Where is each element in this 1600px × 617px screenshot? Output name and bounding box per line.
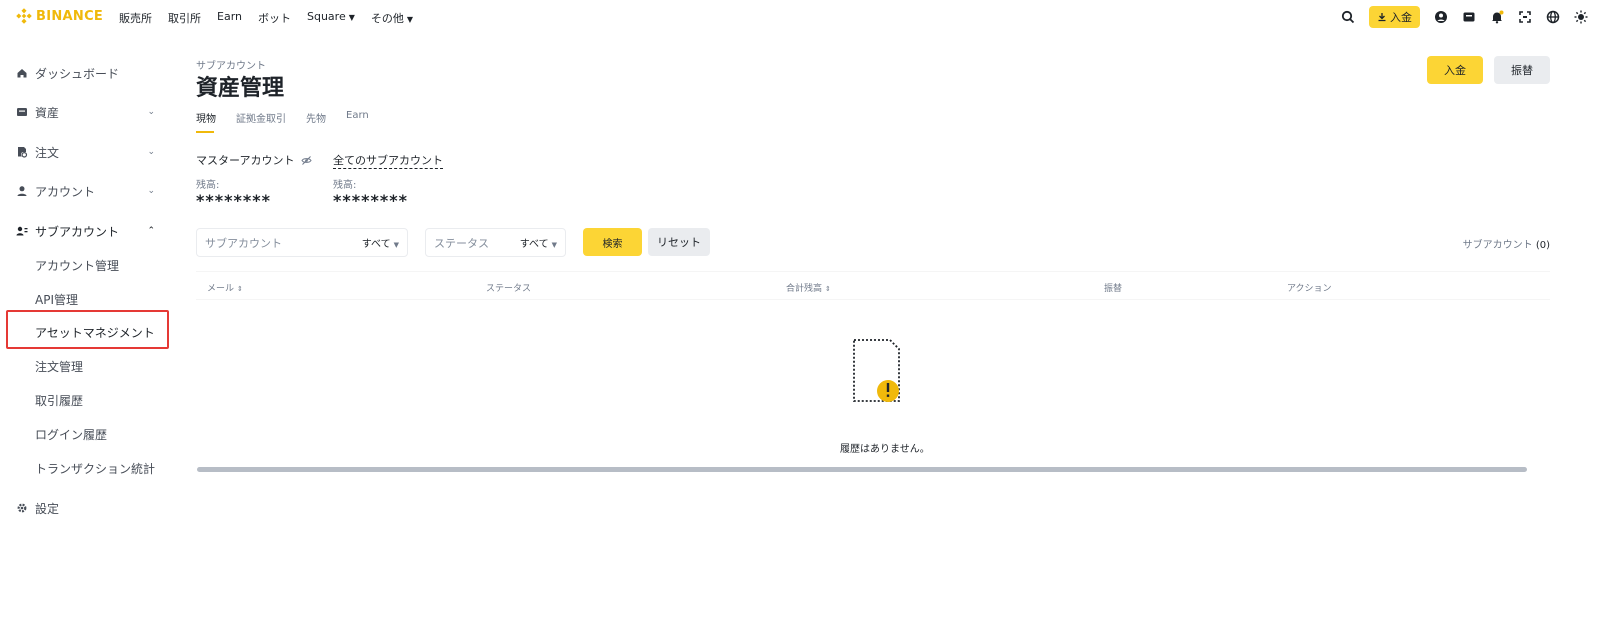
search-button[interactable]: 検索 (583, 228, 642, 256)
gear-icon (16, 502, 28, 514)
chevron-down-icon: ▼ (406, 15, 414, 24)
main-nav: 販売所 取引所 Earn ボット Square ▼ その他 ▼ (119, 10, 413, 26)
sidebar-item-label: 注文 (35, 145, 60, 160)
page-title: 資産管理 (196, 76, 285, 101)
header-deposit-label: 入金 (1390, 11, 1412, 24)
sidebar-item-account[interactable]: アカウント ⌄ (16, 179, 161, 203)
nav-item-exchange[interactable]: 取引所 (168, 10, 201, 26)
status-filter-value-text: すべて (519, 239, 549, 250)
column-header-label: 合計残高 (786, 284, 823, 294)
wallet-icon[interactable] (1462, 10, 1476, 24)
chevron-down-icon: ⌄ (147, 186, 155, 196)
sidebar-item-assets[interactable]: 資産 ⌄ (16, 100, 161, 124)
column-header-status: ステータス (486, 284, 532, 294)
sub-account-count-value: (0) (1535, 240, 1550, 251)
nav-item-square-label: Square (307, 10, 346, 23)
nav-item-more-label: その他 (370, 12, 404, 25)
horizontal-scrollbar[interactable] (197, 467, 1527, 472)
nav-item-bot[interactable]: ボット (258, 10, 291, 26)
all-sub-accounts-label[interactable]: 全てのサブアカウント (333, 152, 443, 169)
sub-account-filter-value[interactable]: すべて ▼ (362, 235, 399, 250)
chevron-down-icon: ▼ (348, 13, 355, 22)
qr-scan-icon[interactable] (1518, 10, 1532, 24)
tab-spot[interactable]: 現物 (196, 110, 216, 133)
sidebar-sub-item-api-management[interactable]: API管理 (35, 289, 78, 309)
nav-item-earn[interactable]: Earn (217, 10, 242, 26)
column-header-email[interactable]: メール ⇕ (207, 281, 243, 294)
column-header-label: メール (207, 284, 235, 294)
search-icon[interactable] (1341, 10, 1355, 24)
master-account-label-text: マスターアカウント (196, 154, 295, 167)
sort-icon: ⇕ (237, 285, 243, 293)
sidebar-sub-item-login-history[interactable]: ログイン履歴 (35, 424, 107, 444)
tab-futures[interactable]: 先物 (306, 110, 326, 133)
brand-name: BINANCE (36, 8, 104, 24)
theme-icon[interactable] (1574, 10, 1588, 24)
status-filter-value[interactable]: すべて ▼ (520, 235, 557, 250)
sidebar-item-sub-account[interactable]: サブアカウント ⌃ (16, 219, 161, 243)
sub-account-filter[interactable]: サブアカウント すべて ▼ (196, 228, 408, 257)
home-icon (16, 67, 28, 79)
transfer-button[interactable]: 振替 (1494, 56, 1550, 84)
sidebar-item-dashboard[interactable]: ダッシュボード (16, 61, 161, 85)
master-account-label: マスターアカウント (196, 152, 312, 168)
user-icon[interactable] (1434, 10, 1448, 24)
chevron-down-icon: ⌄ (147, 147, 155, 157)
download-icon (1378, 13, 1386, 22)
column-header-total-balance[interactable]: 合計残高 ⇕ (786, 281, 831, 294)
account-icon (16, 185, 28, 197)
status-filter[interactable]: ステータス すべて ▼ (425, 228, 566, 257)
sidebar-item-orders[interactable]: 注文 ⌄ (16, 140, 161, 164)
binance-logo[interactable]: BINANCE (16, 8, 103, 24)
master-balance-label: 残高: (196, 180, 220, 191)
sidebar-sub-item-account-management[interactable]: アカウント管理 (35, 255, 119, 275)
globe-icon[interactable] (1546, 10, 1560, 24)
master-balance-value: ******** (196, 191, 271, 210)
wallet-icon (16, 106, 28, 118)
reset-button[interactable]: リセット (648, 228, 710, 256)
status-filter-placeholder: ステータス (434, 236, 489, 250)
column-header-transfer: 振替 (1104, 284, 1123, 294)
caret-down-icon: ▼ (393, 241, 399, 249)
tab-margin[interactable]: 証拠金取引 (236, 110, 286, 133)
sidebar-sub-item-trade-history[interactable]: 取引履歴 (35, 390, 83, 410)
nav-item-square[interactable]: Square ▼ (307, 10, 355, 26)
binance-logo-icon (16, 8, 32, 24)
sub-account-count: サブアカウント (0) (1463, 236, 1550, 251)
sidebar-item-label: ダッシュボード (35, 66, 120, 81)
nav-item-sales[interactable]: 販売所 (119, 10, 152, 26)
deposit-button[interactable]: 入金 (1427, 56, 1483, 84)
sidebar-item-label: サブアカウント (35, 224, 120, 239)
highlight-box (6, 310, 169, 349)
sidebar-sub-item-order-management[interactable]: 注文管理 (35, 356, 83, 376)
table-header: メール ⇕ ステータス 合計残高 ⇕ 振替 アクション (196, 271, 1550, 300)
tab-earn[interactable]: Earn (346, 110, 369, 133)
sub-account-count-label: サブアカウント (1462, 240, 1533, 251)
sort-icon: ⇕ (825, 285, 831, 293)
empty-state-icon (852, 338, 902, 404)
empty-state-text: 履歴はありません。 (840, 444, 930, 455)
sidebar-sub-item-transaction-stats[interactable]: トランザクション統計 (35, 458, 155, 478)
top-actions: 入金 (1341, 6, 1588, 28)
sub-accounts-balance-value: ******** (333, 191, 408, 210)
chevron-up-icon: ⌃ (147, 226, 155, 236)
sidebar-item-label: 設定 (35, 501, 60, 516)
sidebar-item-label: アカウント (35, 184, 96, 199)
orders-icon (16, 146, 28, 158)
caret-down-icon: ▼ (551, 241, 557, 249)
sub-account-filter-placeholder: サブアカウント (205, 236, 282, 250)
bell-icon[interactable] (1490, 10, 1504, 24)
sub-account-icon (16, 225, 28, 237)
asset-tabs: 現物 証拠金取引 先物 Earn (196, 110, 369, 133)
column-header-action: アクション (1287, 284, 1332, 294)
nav-item-more[interactable]: その他 ▼ (371, 10, 413, 26)
sub-accounts-balance-label: 残高: (333, 180, 357, 191)
sidebar-item-settings[interactable]: 設定 (16, 496, 161, 520)
sub-account-filter-value-text: すべて (361, 239, 391, 250)
chevron-down-icon: ⌄ (147, 107, 155, 117)
eye-off-icon[interactable] (301, 155, 312, 168)
top-navbar: BINANCE 販売所 取引所 Earn ボット Square ▼ その他 ▼ 入金 (0, 0, 1600, 34)
header-deposit-button[interactable]: 入金 (1369, 6, 1420, 28)
sidebar-item-label: 資産 (35, 105, 60, 120)
